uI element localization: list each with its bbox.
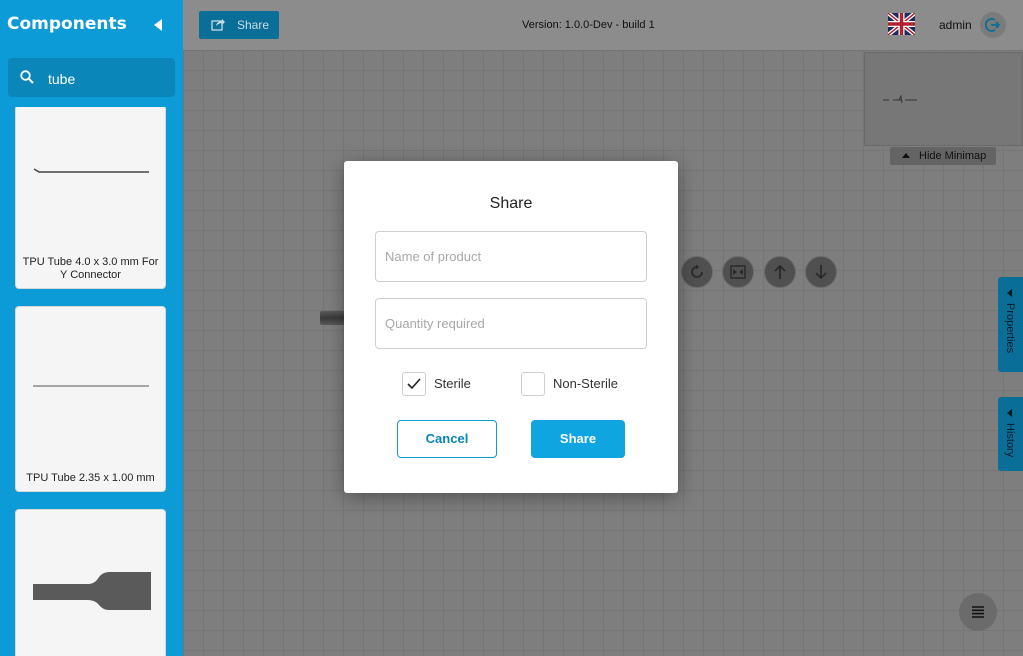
rotate-icon xyxy=(691,264,703,278)
top-bar: Share Version: 1.0.0-Dev - build 1 admin xyxy=(183,0,1023,50)
arrow-down-icon xyxy=(815,265,827,280)
tube-thumbnail xyxy=(33,572,151,610)
cancel-button[interactable]: Cancel xyxy=(397,420,497,458)
sidebar-title: Components xyxy=(7,14,127,34)
sterile-checkbox[interactable] xyxy=(402,372,426,396)
checkmark-icon xyxy=(407,378,421,390)
share-button[interactable]: Share xyxy=(531,420,625,458)
canvas-component[interactable] xyxy=(320,311,344,325)
properties-tab[interactable]: Properties xyxy=(998,277,1023,372)
dialog-title: Share xyxy=(489,195,533,212)
flip-button[interactable] xyxy=(722,256,754,288)
sterile-label: Sterile xyxy=(434,376,471,391)
tube-thumbnail xyxy=(33,385,149,387)
non-sterile-checkbox[interactable] xyxy=(521,372,545,396)
share-icon xyxy=(211,19,225,31)
username: admin xyxy=(939,18,972,32)
logout-button[interactable] xyxy=(980,12,1006,38)
caret-left-icon xyxy=(1007,409,1012,417)
components-sidebar: Components TPU Tube 4.0 x 3.0 mm For Y C… xyxy=(0,0,183,656)
component-card[interactable]: TPU Tube 4.0 x 3.0 mm For Y Connector xyxy=(15,107,166,289)
tube-thumbnail xyxy=(33,168,149,173)
minimap-preview xyxy=(883,95,917,104)
search-icon xyxy=(20,70,34,84)
uk-flag-icon[interactable] xyxy=(888,13,915,35)
version-text: Version: 1.0.0-Dev - build 1 xyxy=(522,19,655,31)
share-toolbar-button[interactable]: Share xyxy=(199,11,279,39)
quantity-field[interactable] xyxy=(375,298,647,349)
rotate-button[interactable] xyxy=(681,256,713,288)
share-toolbar-label: Share xyxy=(237,18,270,32)
search-input[interactable] xyxy=(46,68,170,90)
history-tab[interactable]: History xyxy=(998,397,1023,471)
search-box xyxy=(8,58,175,97)
list-icon xyxy=(972,606,984,618)
component-card[interactable]: TPU Tube 2.35 x 1.00 mm xyxy=(15,306,166,492)
component-card[interactable] xyxy=(15,509,166,656)
properties-tab-label: Properties xyxy=(1004,303,1016,354)
hide-minimap-button[interactable]: Hide Minimap xyxy=(890,147,996,165)
hide-minimap-label: Hide Minimap xyxy=(919,150,987,162)
logout-icon xyxy=(985,18,1001,32)
menu-button[interactable] xyxy=(959,593,997,631)
product-name-field[interactable] xyxy=(375,231,647,282)
move-down-button[interactable] xyxy=(805,256,837,288)
caret-up-icon xyxy=(902,153,910,158)
history-tab-label: History xyxy=(1004,423,1016,458)
move-up-button[interactable] xyxy=(764,256,796,288)
component-list[interactable]: TPU Tube 4.0 x 3.0 mm For Y Connector TP… xyxy=(0,107,183,656)
component-label: TPU Tube 2.35 x 1.00 mm xyxy=(26,472,155,484)
collapse-sidebar-icon[interactable] xyxy=(154,19,162,31)
minimap[interactable] xyxy=(864,52,1023,146)
non-sterile-label: Non-Sterile xyxy=(553,376,619,391)
share-dialog: Share Sterile Non-Sterile Cancel Share xyxy=(344,161,678,493)
flip-icon xyxy=(730,265,746,279)
caret-left-icon xyxy=(1007,289,1012,297)
arrow-up-icon xyxy=(774,264,786,279)
component-label: TPU Tube 4.0 x 3.0 mm For Y Connector xyxy=(22,256,159,281)
